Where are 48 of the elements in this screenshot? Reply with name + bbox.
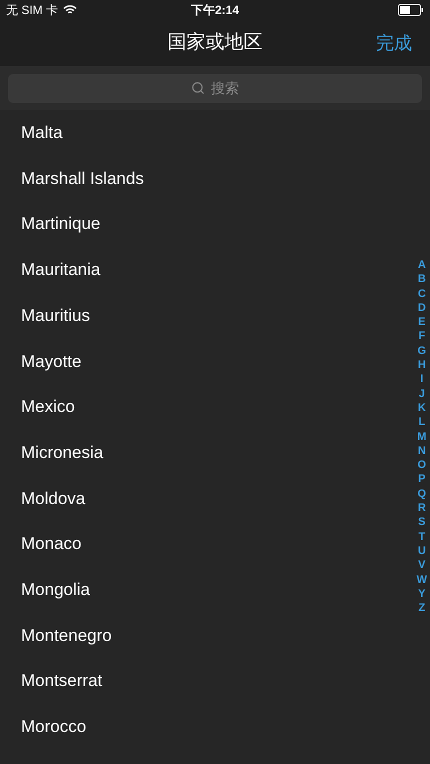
index-letter[interactable]: Q (418, 486, 426, 502)
index-letter[interactable]: J (418, 386, 425, 401)
country-item[interactable]: Mayotte (0, 338, 412, 384)
country-item[interactable]: Mexico (0, 384, 412, 430)
country-item[interactable]: Malta (0, 110, 412, 156)
index-letter[interactable]: E (418, 315, 426, 330)
index-letter[interactable]: N (418, 444, 426, 458)
index-letter[interactable]: Y (418, 586, 426, 602)
index-letter[interactable]: V (418, 558, 426, 573)
country-item[interactable]: Moldova (0, 476, 412, 522)
country-item[interactable]: Montenegro (0, 612, 412, 658)
index-letter[interactable]: O (418, 458, 426, 472)
index-letter[interactable]: F (418, 329, 426, 344)
done-button[interactable]: 完成 (376, 30, 412, 56)
index-letter[interactable]: P (418, 472, 426, 487)
battery-icon (398, 4, 424, 16)
index-letter[interactable]: U (418, 544, 426, 558)
wifi-icon (63, 5, 78, 15)
carrier-label: 无 SIM 卡 (6, 2, 58, 19)
index-letter[interactable]: B (418, 272, 426, 287)
country-item[interactable]: Monaco (0, 521, 412, 567)
index-letter[interactable]: L (418, 415, 426, 430)
screen-title: 国家或地区 (168, 30, 262, 55)
index-letter[interactable]: K (418, 400, 426, 416)
country-item[interactable]: Marshall Islands (0, 156, 412, 202)
index-letter[interactable]: S (418, 515, 426, 530)
index-letter[interactable]: G (418, 344, 426, 358)
country-item[interactable]: Martinique (0, 201, 412, 248)
index-letter[interactable]: I (420, 372, 424, 387)
country-item[interactable]: Montserrat (0, 658, 412, 704)
index-letter[interactable]: D (418, 300, 426, 316)
index-letter[interactable]: Z (418, 601, 426, 616)
index-letter[interactable]: A (418, 258, 426, 272)
index-letter[interactable]: C (418, 286, 426, 301)
country-item[interactable]: Mauritania (0, 247, 412, 293)
index-letter[interactable]: H (418, 358, 426, 372)
index-letter[interactable]: R (418, 501, 426, 516)
country-item[interactable]: Micronesia (0, 430, 412, 476)
country-item[interactable]: Mauritius (0, 292, 412, 338)
index-letter[interactable]: M (417, 430, 426, 444)
search-icon (191, 81, 205, 95)
index-letter[interactable]: W (416, 572, 427, 587)
clock-label: 下午2:14 (190, 2, 240, 19)
index-letter[interactable]: T (418, 530, 426, 544)
country-item[interactable]: Mongolia (0, 566, 412, 613)
search-placeholder: 搜索 (211, 78, 239, 98)
search-field[interactable]: 搜索 (8, 74, 422, 102)
country-item[interactable]: Morocco (0, 704, 412, 750)
